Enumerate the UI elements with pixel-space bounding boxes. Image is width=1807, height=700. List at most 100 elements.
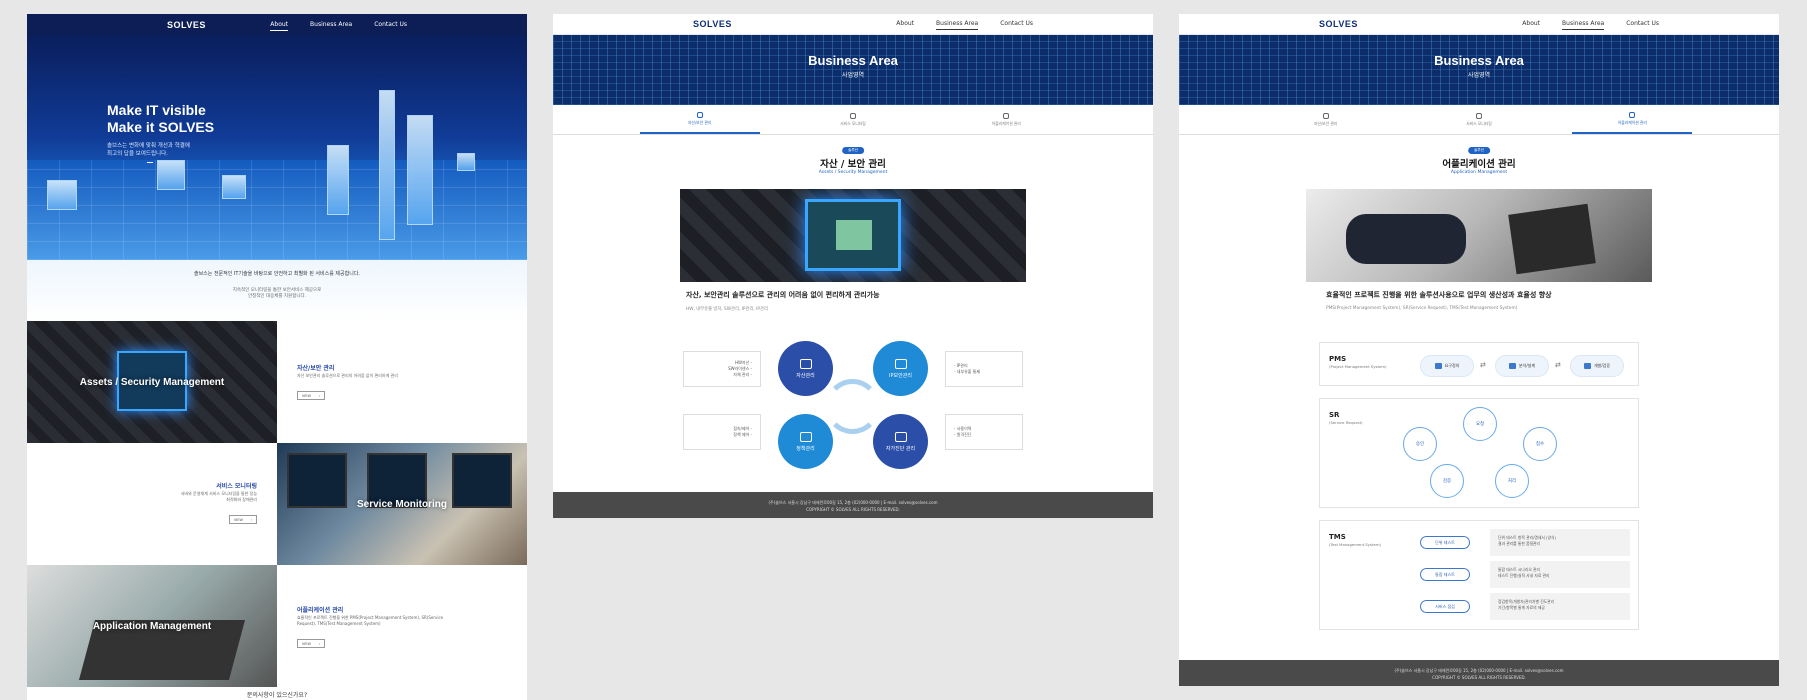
tms-row: 서비스 점검 점검항목/개발자/관리자별 진도관리 기간/항목별 통계 자료의 제…	[1420, 593, 1630, 620]
sr-node: 처리	[1495, 464, 1529, 498]
tab-security[interactable]: 자산/보안 관리	[1266, 105, 1386, 134]
tab-label: 어플리케이션 관리	[1617, 119, 1647, 125]
pms-step-label: 분석/설계	[1518, 363, 1536, 368]
tab-security[interactable]: 자산/보안 관리	[639, 105, 760, 134]
tab-monitoring[interactable]: 서비스 모니터링	[1419, 105, 1539, 134]
network-icon	[894, 358, 907, 369]
view-button[interactable]: VIEW ›	[229, 515, 257, 524]
application-tile-text: 어플리케이션 관리 효율적인 프로젝트 진행을 위한 PMS(Project M…	[277, 565, 527, 687]
page-banner: Business Area 사업영역	[1179, 35, 1779, 105]
nav-menu: About Business Area Contact Us	[1522, 18, 1659, 30]
logo[interactable]: SOLVES	[167, 20, 206, 30]
top-nav: SOLVES About Business Area Contact Us	[27, 14, 527, 35]
section-title: 자산 / 보안 관리	[820, 159, 886, 170]
logo[interactable]: SOLVES	[693, 19, 732, 29]
security-diagram: HW자산 - SW라이센스 - 자체 관리 - 접속/제어 - 정책 제어 - …	[683, 331, 1023, 469]
nav-business-area[interactable]: Business Area	[1562, 18, 1605, 30]
section-title: 어플리케이션 관리	[1442, 159, 1516, 170]
diagnosis-icon	[894, 431, 907, 442]
security-tile-image[interactable]: Assets / Security Management	[27, 321, 277, 443]
lock-icon	[696, 111, 703, 118]
circle-policy: 정책관리	[778, 414, 833, 469]
cycle-arrows-icon	[825, 379, 880, 434]
sr-node-label: 검증	[1442, 479, 1452, 484]
business-tabs: 자산/보안 관리 서비스 모니터링 어플리케이션 관리	[1179, 105, 1779, 135]
circle-ip-security: IP보안관리	[873, 341, 928, 396]
tab-application[interactable]: 어플리케이션 관리	[1572, 105, 1693, 134]
tab-label: 서비스 모니터링	[840, 120, 866, 126]
hero-cube	[157, 160, 185, 190]
tab-label: 자산/보안 관리	[687, 119, 712, 125]
tab-label: 어플리케이션 관리	[991, 120, 1021, 126]
nav-business-area[interactable]: Business Area	[310, 19, 352, 31]
page-banner: Business Area 사업영역	[553, 35, 1153, 105]
hero-cube	[47, 180, 77, 210]
nav-menu: About Business Area Contact Us	[896, 18, 1033, 30]
section-subtitle: Assets / Security Management	[818, 170, 888, 175]
document-icon	[1434, 363, 1442, 369]
section-lead: 자산, 보안관리 솔루션으로 관리의 어려움 없이 편리하게 관리가능	[686, 291, 880, 299]
hardware-icon	[799, 358, 812, 369]
arrow-icon: ›	[318, 641, 321, 646]
tab-monitoring[interactable]: 서비스 모니터링	[793, 105, 913, 134]
sr-box: SR (Service Request) 요청 접수 처리 검증 승인	[1319, 398, 1639, 508]
sr-node-label: 처리	[1507, 479, 1517, 484]
nav-contact[interactable]: Contact Us	[374, 19, 407, 31]
nav-contact[interactable]: Contact Us	[1626, 18, 1659, 30]
pms-title: PMS	[1329, 355, 1347, 363]
sr-node: 승인	[1403, 427, 1437, 461]
application-photo	[1306, 189, 1652, 282]
banner-subtitle: 사업영역	[841, 72, 865, 79]
left-bottom-box: 접속/제어 - 정책 제어 -	[683, 414, 761, 450]
tile-overlay-title: Assets / Security Management	[79, 376, 225, 388]
monitoring-tile-image[interactable]: Service Monitoring	[277, 443, 527, 565]
tile-overlay-title: Service Monitoring	[356, 498, 447, 510]
user-icon	[1003, 112, 1010, 119]
tab-application[interactable]: 어플리케이션 관리	[946, 105, 1066, 134]
nav-contact[interactable]: Contact Us	[1000, 18, 1033, 30]
top-nav: SOLVES About Business Area Contact Us	[1179, 14, 1779, 35]
footer-address: (주)솔브스 서울시 강남구 테헤란로00길 15, 2층 (02)000-00…	[1394, 668, 1564, 673]
monitoring-tile-text: 서비스 모니터링 서버와 운영체계 서비스 모니터링을 통한 장능 최적화와 장…	[27, 443, 277, 565]
hero-divider	[147, 162, 153, 163]
tab-label: 자산/보안 관리	[1313, 120, 1338, 126]
nav-about[interactable]: About	[270, 19, 289, 31]
nav-about[interactable]: About	[896, 18, 914, 30]
pms-step: 분석/설계	[1495, 355, 1549, 377]
user-icon	[1629, 111, 1636, 118]
view-button[interactable]: VIEW ›	[297, 391, 325, 400]
application-business-page: SOLVES About Business Area Contact Us Bu…	[1179, 14, 1779, 686]
solution-badge: 솔루션	[1468, 147, 1490, 154]
hero-cube	[407, 115, 433, 225]
intro-section: 솔브스는 전문적인 IT기술을 바탕으로 안전하고 최별화 된 서비스를 제공합…	[27, 260, 527, 321]
hero-cube	[327, 145, 349, 215]
circle-label: 정책관리	[796, 445, 815, 452]
tms-desc-line: 결과 관리를 통한 품질관리	[1498, 541, 1541, 546]
tms-subtitle: (Test Management System)	[1329, 542, 1382, 547]
hero-cube	[379, 90, 395, 240]
view-button[interactable]: VIEW ›	[297, 639, 325, 648]
application-tile-image[interactable]: Application Management	[27, 565, 277, 687]
sr-node: 검증	[1430, 464, 1464, 498]
hero-banner: Make IT visible Make it SOLVES 솔브스는 변화에 …	[27, 35, 527, 260]
nav-about[interactable]: About	[1522, 18, 1540, 30]
monitor-icon	[1475, 112, 1482, 119]
tms-tag: 단위 테스트	[1420, 536, 1470, 549]
tms-box: TMS (Test Management System) 단위 테스트 단위 테…	[1319, 520, 1639, 630]
pms-subtitle: (Project Management System)	[1329, 364, 1387, 369]
code-icon	[1583, 363, 1591, 369]
home-page-screenshot: SOLVES About Business Area Contact Us Ma…	[27, 14, 527, 700]
tms-tag: 서비스 점검	[1420, 600, 1470, 613]
pms-step: 요구정의	[1420, 355, 1474, 377]
nav-business-area[interactable]: Business Area	[936, 18, 979, 30]
hero-desc-line1: 솔브스는 변화에 맞춰 개선과 혁결에	[107, 143, 190, 149]
arrow-icon: ›	[250, 517, 253, 522]
tile-title: 서비스 모니터링	[216, 483, 257, 490]
logo[interactable]: SOLVES	[1319, 19, 1358, 29]
hero-title: Make IT visible Make it SOLVES	[107, 102, 214, 136]
security-photo	[680, 189, 1026, 282]
hero-title-line1: Make IT visible	[107, 102, 206, 118]
tile-title: 자산/보안 관리	[297, 365, 335, 372]
section-tags: HW, 내부유출 방지, SW관리, IP관리, IP관리	[686, 307, 768, 312]
swap-arrows-icon: ⇄	[1480, 361, 1486, 369]
